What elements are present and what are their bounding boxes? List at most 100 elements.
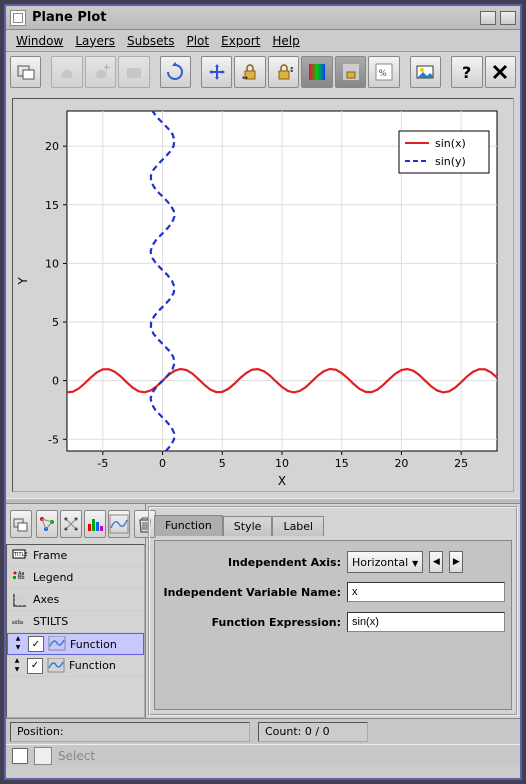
svg-text:25: 25 xyxy=(454,457,468,470)
independent-axis-label: Independent Axis: xyxy=(161,556,341,569)
var-name-input[interactable] xyxy=(347,582,505,602)
menu-window[interactable]: Window xyxy=(12,32,67,50)
menu-help[interactable]: Help xyxy=(268,32,303,50)
svg-text:0: 0 xyxy=(159,457,166,470)
select-label: Select xyxy=(58,749,95,763)
axis-prev-button[interactable]: ◀ xyxy=(429,551,443,573)
tree-item-label: Function xyxy=(69,659,116,672)
select-checkbox[interactable] xyxy=(12,748,28,764)
menubar: Window Layers Subsets Plot Export Help xyxy=(6,30,520,52)
blob-tool-3[interactable] xyxy=(118,56,149,88)
blob-tool-1[interactable] xyxy=(51,56,82,88)
svg-text:-5: -5 xyxy=(97,457,108,470)
aux-lock-button[interactable] xyxy=(335,56,366,88)
svg-text:↕: ↕ xyxy=(289,66,294,74)
tree-item-label: Axes xyxy=(33,593,59,606)
blob-tool-2[interactable]: + xyxy=(85,56,116,88)
add-quad-layer-button[interactable] xyxy=(60,510,82,538)
tree-item-label: STILTS xyxy=(33,615,68,628)
position-field: Position: xyxy=(10,722,250,742)
lock-y-button[interactable]: ↕ xyxy=(268,56,299,88)
dropdown-icon xyxy=(412,556,418,569)
axes-icon xyxy=(11,591,29,609)
svg-text:15: 15 xyxy=(45,199,59,212)
plot-container: -50510152025-505101520XYsin(x)sin(y) xyxy=(6,92,520,498)
tree-item-function-5[interactable]: ▲▼✓ Function xyxy=(7,655,144,677)
help-button[interactable]: ? xyxy=(451,56,482,88)
svg-text:sin(y): sin(y) xyxy=(435,155,466,168)
count-field: Count: 0 / 0 xyxy=(258,722,368,742)
tab-function[interactable]: Function xyxy=(154,515,223,536)
add-histogram-layer-button[interactable] xyxy=(84,510,106,538)
select-bar: Select xyxy=(6,744,520,766)
var-name-label: Independent Variable Name: xyxy=(161,586,341,599)
axis-next-button[interactable]: ▶ xyxy=(449,551,463,573)
menu-subsets[interactable]: Subsets xyxy=(123,32,178,50)
tab-style[interactable]: Style xyxy=(223,516,273,536)
add-function-layer-button[interactable] xyxy=(108,510,130,538)
svg-text:%: % xyxy=(379,68,387,78)
layer-panel: TITLEFrameAaBbLegendAxesstiltsSTILTS▲▼✓F… xyxy=(6,504,146,718)
export-image-button[interactable] xyxy=(410,56,441,88)
svg-text:?: ? xyxy=(462,63,471,82)
layer-toolbar xyxy=(6,504,145,544)
expression-label: Function Expression: xyxy=(161,616,341,629)
lock-x-button[interactable]: ↔ xyxy=(234,56,265,88)
menu-export[interactable]: Export xyxy=(217,32,264,50)
svg-text:0: 0 xyxy=(52,375,59,388)
tree-item-label: Frame xyxy=(33,549,67,562)
svg-text:10: 10 xyxy=(45,257,59,270)
tree-item-frame-0[interactable]: TITLE Frame xyxy=(7,545,144,567)
svg-text:X: X xyxy=(278,474,286,488)
tree-item-label: Legend xyxy=(33,571,73,584)
replot-button[interactable] xyxy=(160,56,191,88)
pan-button[interactable] xyxy=(201,56,232,88)
menu-layers[interactable]: Layers xyxy=(71,32,119,50)
menu-plot[interactable]: Plot xyxy=(182,32,213,50)
titlebar-area: Plane Plot xyxy=(6,6,520,30)
plot-panel[interactable]: -50510152025-505101520XYsin(x)sin(y) xyxy=(12,98,514,492)
statusbar: Position: Count: 0 / 0 xyxy=(6,718,520,744)
config-tabs: Function Style Label xyxy=(154,512,512,536)
minimize-button[interactable] xyxy=(480,11,496,25)
close-button[interactable] xyxy=(485,56,516,88)
expression-input[interactable] xyxy=(347,612,505,632)
main-toolbar: + ↔ ↕ % ? xyxy=(6,52,520,92)
svg-text:20: 20 xyxy=(45,140,59,153)
tab-body-function: Independent Axis: Horizontal ◀ ▶ Indepen… xyxy=(154,540,512,710)
tree-item-stilts-3[interactable]: stilts STILTS xyxy=(7,611,144,633)
svg-text:stilts: stilts xyxy=(12,620,24,626)
window-title: Plane Plot xyxy=(32,10,106,25)
visibility-checkbox[interactable]: ✓ xyxy=(28,636,44,652)
tree-item-axes-2[interactable]: Axes xyxy=(7,589,144,611)
tree-item-legend-1[interactable]: AaBbLegend xyxy=(7,567,144,589)
reorder-icon[interactable]: ▲▼ xyxy=(12,635,24,653)
add-pair-layer-button[interactable] xyxy=(36,510,58,538)
svg-text:5: 5 xyxy=(52,316,59,329)
tree-item-function-4[interactable]: ▲▼✓Function xyxy=(7,633,144,655)
aux-color-button[interactable] xyxy=(301,56,332,88)
svg-text:+: + xyxy=(103,63,111,73)
maximize-button[interactable] xyxy=(500,11,516,25)
svg-text:10: 10 xyxy=(275,457,289,470)
independent-axis-combo[interactable]: Horizontal xyxy=(347,551,423,573)
func-icon xyxy=(47,657,65,675)
layer-tree[interactable]: TITLEFrameAaBbLegendAxesstiltsSTILTS▲▼✓F… xyxy=(6,544,145,718)
svg-text:20: 20 xyxy=(394,457,408,470)
floating-controls-button[interactable] xyxy=(10,56,41,88)
stilts-icon: stilts xyxy=(11,613,29,631)
visibility-checkbox[interactable]: ✓ xyxy=(27,658,43,674)
title-icon: TITLE xyxy=(11,547,29,565)
select-icon xyxy=(34,747,52,765)
sketch-button[interactable]: % xyxy=(368,56,399,88)
window-icon xyxy=(10,10,26,26)
reorder-icon[interactable]: ▲▼ xyxy=(11,657,23,675)
tab-label[interactable]: Label xyxy=(272,516,324,536)
svg-text:Y: Y xyxy=(16,277,30,286)
svg-text:TITLE: TITLE xyxy=(13,552,28,558)
add-pos-layer-button[interactable] xyxy=(10,510,32,538)
svg-text:15: 15 xyxy=(335,457,349,470)
svg-text:-5: -5 xyxy=(48,433,59,446)
svg-text:5: 5 xyxy=(219,457,226,470)
func-icon xyxy=(48,635,66,653)
